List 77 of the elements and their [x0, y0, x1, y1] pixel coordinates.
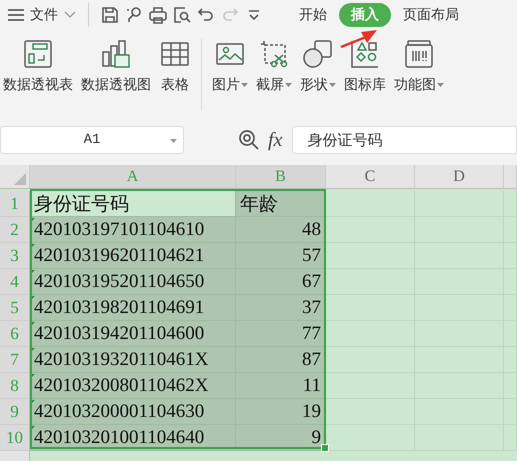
table-cell: 420103198201104691 [30, 295, 236, 321]
row-header[interactable]: 8 [0, 373, 30, 399]
row-header[interactable]: 4 [0, 269, 30, 295]
print-icon[interactable] [149, 6, 167, 24]
column-header[interactable]: A [30, 165, 236, 189]
table-cell: 19 [236, 399, 326, 425]
table-cell: 420103196201104621 [30, 243, 236, 269]
table-cell: 77 [236, 321, 326, 347]
table-cell: 420103200001104630 [30, 399, 236, 425]
table-cell: 420103197101104610 [30, 217, 236, 243]
ribbon-label: 形状 [300, 76, 336, 94]
ribbon-label: 图片 [212, 76, 248, 94]
menu-icon[interactable] [8, 8, 24, 22]
table-cell: 420103194201104600 [30, 321, 236, 347]
row-header[interactable]: 5 [0, 295, 30, 321]
row-header[interactable]: 10 [0, 425, 30, 451]
ribbon-label: 数据透视表 [3, 76, 73, 94]
table-cell: 57 [236, 243, 326, 269]
ribbon-tab[interactable]: 页面布局 [391, 3, 471, 27]
table-cell: 9 [236, 425, 326, 451]
ribbon-button[interactable]: 表格 [159, 38, 191, 94]
table-cell: 42010320080110462X [30, 373, 236, 399]
ribbon-button[interactable]: 数据透视表 [3, 38, 73, 94]
caret-icon [437, 83, 444, 87]
ribbon-button[interactable]: 功能图 [394, 38, 444, 94]
ribbon-tab[interactable]: 开始 [287, 3, 339, 27]
icon-library-icon [349, 38, 381, 70]
function-button[interactable]: fx [268, 128, 282, 152]
name-box[interactable]: A1 [0, 126, 184, 154]
column-header[interactable]: D [415, 165, 504, 189]
row-header[interactable]: 9 [0, 399, 30, 425]
row-header[interactable]: 6 [0, 321, 30, 347]
table-cell: 48 [236, 217, 326, 243]
row-header[interactable]: 2 [0, 217, 30, 243]
column-header[interactable]: B [236, 165, 326, 189]
pivot-table-icon [22, 38, 54, 70]
table-cell: 87 [236, 347, 326, 373]
print-preview-icon[interactable] [173, 6, 191, 24]
table-cell: 37 [236, 295, 326, 321]
arrow-annotation [340, 30, 377, 48]
caret-icon [170, 139, 177, 143]
table-cell: 420103201001104640 [30, 425, 236, 451]
row-header[interactable]: 7 [0, 347, 30, 373]
table-cell: 11 [236, 373, 326, 399]
ribbon-button[interactable]: 图标库 [344, 38, 386, 94]
ribbon-button[interactable]: 形状 [300, 38, 336, 94]
ribbon-label: 功能图 [394, 76, 444, 94]
table-cell: 42010319320110461X [30, 347, 236, 373]
table-cell: 67 [236, 269, 326, 295]
table-cell: 年龄 [236, 191, 326, 217]
table-cell: 身份证号码 [30, 191, 236, 217]
caret-icon [285, 83, 292, 87]
ribbon-label: 图标库 [344, 76, 386, 94]
ribbon-label: 表格 [161, 76, 189, 94]
function-chart-icon [403, 38, 435, 70]
save-icon[interactable] [101, 6, 119, 24]
ribbon-button[interactable]: 图片 [212, 38, 248, 94]
fill-handle[interactable] [321, 444, 329, 452]
ribbon-tab[interactable]: 插入 [339, 3, 391, 27]
table-cell: 420103195201104650 [30, 269, 236, 295]
pivot-chart-icon [100, 38, 132, 70]
formula-field[interactable]: 身份证号码 [292, 126, 517, 154]
ribbon-label: 数据透视图 [81, 76, 151, 94]
search-icon[interactable] [238, 129, 260, 151]
caret-icon [241, 83, 248, 87]
file-menu[interactable]: 文件 [30, 6, 58, 24]
chevron-down-icon[interactable] [64, 11, 76, 19]
screenshot-icon [258, 38, 290, 70]
ribbon-label: 截屏 [256, 76, 292, 94]
undo-icon[interactable] [197, 6, 215, 24]
ribbon-button[interactable]: 数据透视图 [81, 38, 151, 94]
ribbon-button[interactable]: 截屏 [256, 38, 292, 94]
caret-icon [329, 83, 336, 87]
row-header[interactable]: 1 [0, 191, 30, 217]
column-header[interactable]: C [326, 165, 415, 189]
shape-icon [302, 38, 334, 70]
row-header[interactable]: 3 [0, 243, 30, 269]
